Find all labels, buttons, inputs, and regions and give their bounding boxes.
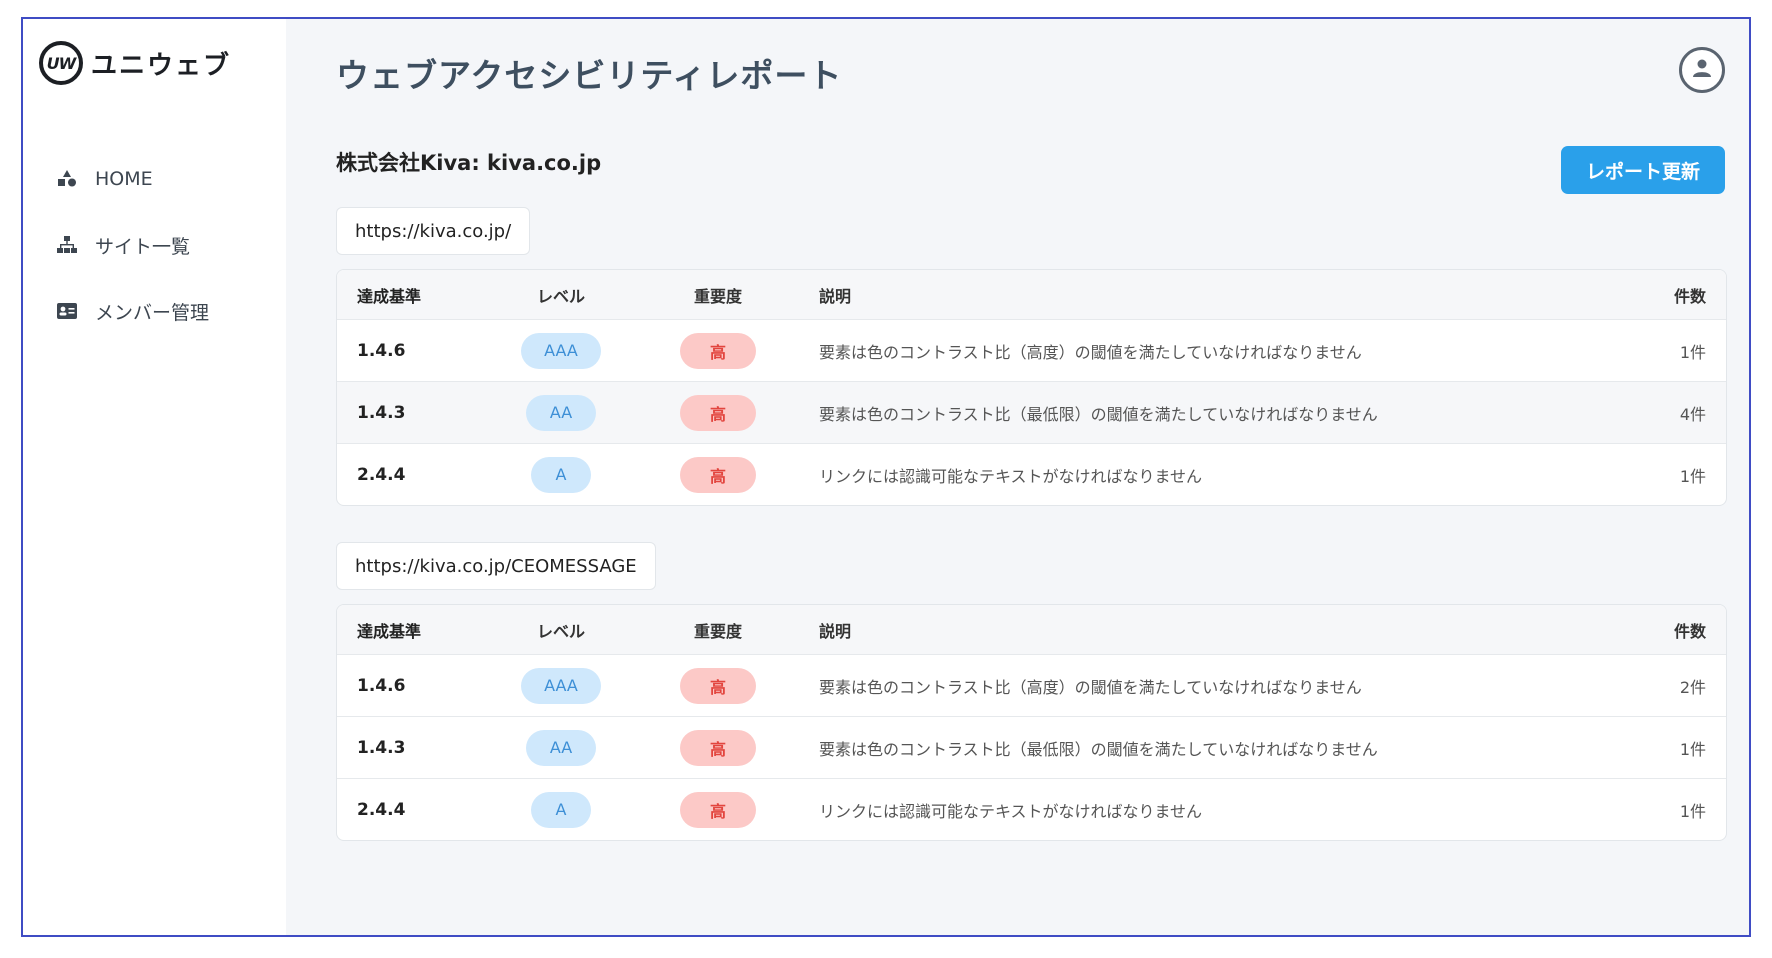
column-header-count: 件数 [1673,621,1706,641]
app-window: UW ユニウェブ HOME サイト一覧 メンバー管理 ウェブアクセシビリティレポ… [21,17,1751,937]
logo-mark: UW [39,41,83,85]
description-cell: 要素は色のコントラスト比（最低限）の閾値を満たしていなければなりません [819,739,1378,759]
level-cell: AA [516,394,606,431]
count-cell: 1件 [1679,801,1706,821]
table-row[interactable]: 1.4.6 AAA 高 要素は色のコントラスト比（高度）の閾値を満たしていなけれ… [337,654,1726,716]
criterion-cell: 2.4.4 [357,799,406,820]
criterion-cell: 1.4.3 [357,402,406,423]
criterion-cell: 1.4.3 [357,737,406,758]
description-cell: 要素は色のコントラスト比（高度）の閾値を満たしていなければなりません [819,342,1362,362]
table-row[interactable]: 1.4.3 AA 高 要素は色のコントラスト比（最低限）の閾値を満たしていなけれ… [337,381,1726,443]
sidebar-item-label: サイト一覧 [95,235,191,258]
level-cell: AA [516,729,606,766]
sidebar: UW ユニウェブ HOME サイト一覧 メンバー管理 [23,19,286,935]
criterion-cell: 1.4.6 [357,340,406,361]
level-badge: A [531,456,591,493]
description-cell: リンクには認識可能なテキストがなければなりません [819,801,1203,821]
column-header-count: 件数 [1673,286,1706,306]
sidebar-item-label: HOME [95,168,153,190]
report-table: 達成基準 レベル 重要度 説明 件数 1.4.6 AAA 高 要素は色のコントラ… [336,269,1727,506]
column-header-severity: 重要度 [693,621,742,641]
level-badge: A [531,791,591,828]
count-cell: 2件 [1679,677,1706,697]
table-header-row: 達成基準 レベル 重要度 説明 件数 [337,270,1726,319]
description-cell: リンクには認識可能なテキストがなければなりません [819,466,1203,486]
sidebar-item-members[interactable]: メンバー管理 [56,278,209,344]
sidebar-item-home[interactable]: HOME [56,146,209,212]
severity-cell: 高 [680,729,756,766]
severity-cell: 高 [680,667,756,704]
refresh-report-button[interactable]: レポート更新 [1561,146,1725,194]
severity-badge: 高 [680,667,756,704]
column-header-level: レベル [536,286,585,306]
sitemap-icon [56,234,78,256]
severity-cell: 高 [680,456,756,493]
severity-badge: 高 [680,729,756,766]
description-cell: 要素は色のコントラスト比（高度）の閾値を満たしていなければなりません [819,677,1362,697]
column-header-severity: 重要度 [693,286,742,306]
user-menu-button[interactable] [1679,47,1725,93]
criterion-cell: 2.4.4 [357,464,406,485]
brand-name: ユニウェブ [91,50,232,81]
sidebar-nav: HOME サイト一覧 メンバー管理 [56,146,209,344]
report-table: 達成基準 レベル 重要度 説明 件数 1.4.6 AAA 高 要素は色のコントラ… [336,604,1727,841]
severity-cell: 高 [680,791,756,828]
home-icon [56,168,78,190]
count-cell: 1件 [1679,739,1706,759]
severity-badge: 高 [680,791,756,828]
user-icon [1691,57,1713,83]
id-card-icon [56,300,78,322]
page-title: ウェブアクセシビリティレポート [336,56,843,95]
severity-cell: 高 [680,332,756,369]
column-header-description: 説明 [819,621,852,641]
level-cell: A [516,456,606,493]
level-badge: AA [526,394,596,431]
level-cell: A [516,791,606,828]
column-header-criterion: 達成基準 [357,286,422,306]
report-url-tag: https://kiva.co.jp/ [336,207,531,255]
level-badge: AAA [521,332,601,369]
level-cell: AAA [516,332,606,369]
column-header-level: レベル [536,621,585,641]
severity-badge: 高 [680,394,756,431]
description-cell: 要素は色のコントラスト比（最低限）の閾値を満たしていなければなりません [819,404,1378,424]
table-row[interactable]: 2.4.4 A 高 リンクには認識可能なテキストがなければなりません 1件 [337,443,1726,505]
table-header-row: 達成基準 レベル 重要度 説明 件数 [337,605,1726,654]
column-header-criterion: 達成基準 [357,621,422,641]
table-row[interactable]: 1.4.6 AAA 高 要素は色のコントラスト比（高度）の閾値を満たしていなけれ… [337,319,1726,381]
report-url-tag: https://kiva.co.jp/CEOMESSAGE [336,542,656,590]
level-cell: AAA [516,667,606,704]
brand-logo[interactable]: UW ユニウェブ [39,41,231,85]
severity-badge: 高 [680,456,756,493]
count-cell: 1件 [1679,466,1706,486]
count-cell: 4件 [1679,404,1706,424]
level-badge: AA [526,729,596,766]
count-cell: 1件 [1679,342,1706,362]
level-badge: AAA [521,667,601,704]
severity-badge: 高 [680,332,756,369]
table-row[interactable]: 1.4.3 AA 高 要素は色のコントラスト比（最低限）の閾値を満たしていなけれ… [337,716,1726,778]
criterion-cell: 1.4.6 [357,675,406,696]
severity-cell: 高 [680,394,756,431]
sidebar-item-label: メンバー管理 [95,301,210,324]
main-content: ウェブアクセシビリティレポート 株式会社Kiva: kiva.co.jp レポー… [286,19,1749,935]
table-row[interactable]: 2.4.4 A 高 リンクには認識可能なテキストがなければなりません 1件 [337,778,1726,840]
company-name: 株式会社Kiva: kiva.co.jp [336,151,602,175]
sidebar-item-sites[interactable]: サイト一覧 [56,212,209,278]
column-header-description: 説明 [819,286,852,306]
